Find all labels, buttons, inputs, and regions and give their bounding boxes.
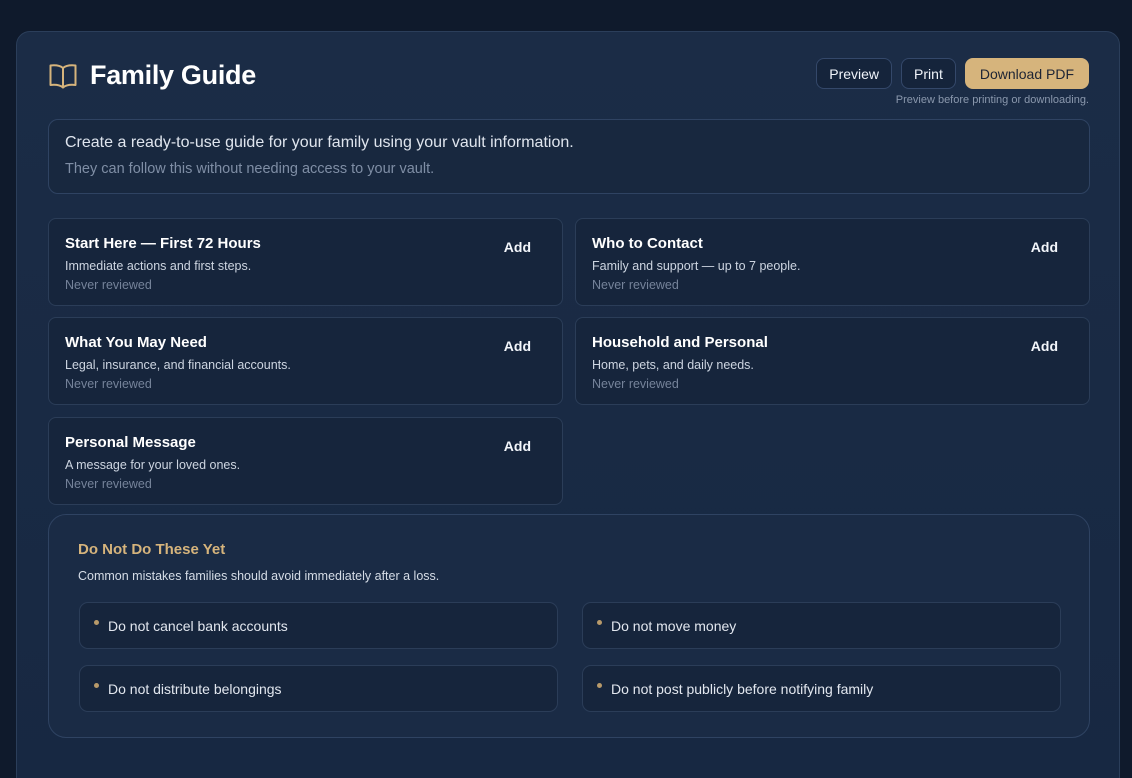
intro-sub-text: They can follow this without needing acc… xyxy=(65,161,435,177)
section-title: What You May Need xyxy=(65,334,207,351)
section-description: A message for your loved ones. xyxy=(65,458,241,472)
download-pdf-button[interactable]: Download PDF xyxy=(964,58,1089,89)
add-who-to-contact-button[interactable]: Add xyxy=(1031,239,1058,255)
intro-main-text: Create a ready-to-use guide for your fam… xyxy=(65,134,574,151)
warning-text: Do not distribute belongings xyxy=(108,680,282,697)
section-title: Personal Message xyxy=(65,434,196,451)
section-status: Never reviewed xyxy=(65,377,152,391)
warning-text: Do not post publicly before notifying fa… xyxy=(611,680,874,697)
section-status: Never reviewed xyxy=(592,377,679,391)
bullet-dot-icon xyxy=(94,620,99,625)
intro-box: Create a ready-to-use guide for your fam… xyxy=(48,119,1090,194)
section-description: Immediate actions and first steps. xyxy=(65,259,252,273)
section-status: Never reviewed xyxy=(592,278,679,292)
section-status: Never reviewed xyxy=(65,278,152,292)
add-start-here-button[interactable]: Add xyxy=(504,239,531,255)
section-card-what-you-may-need: What You May Need Legal, insurance, and … xyxy=(48,317,563,405)
warning-item: Do not distribute belongings xyxy=(79,665,558,712)
section-title: Start Here — First 72 Hours xyxy=(65,235,261,252)
book-open-icon xyxy=(48,62,78,90)
section-description: Family and support — up to 7 people. xyxy=(592,259,801,273)
warning-text: Do not move money xyxy=(611,617,737,634)
add-personal-message-button[interactable]: Add xyxy=(504,438,531,454)
print-button[interactable]: Print xyxy=(901,58,956,89)
warning-item: Do not cancel bank accounts xyxy=(79,602,558,649)
section-description: Home, pets, and daily needs. xyxy=(592,358,754,372)
bullet-dot-icon xyxy=(94,683,99,688)
warning-item: Do not move money xyxy=(582,602,1061,649)
warnings-title: Do Not Do These Yet xyxy=(78,541,226,558)
section-description: Legal, insurance, and financial accounts… xyxy=(65,358,291,372)
warning-text: Do not cancel bank accounts xyxy=(108,617,288,634)
bullet-dot-icon xyxy=(597,620,602,625)
actions-hint: Preview before printing or downloading. xyxy=(895,94,1089,106)
add-what-you-may-need-button[interactable]: Add xyxy=(504,338,531,354)
do-not-do-box: Do Not Do These Yet Common mistakes fami… xyxy=(48,514,1090,738)
section-card-household: Household and Personal Home, pets, and d… xyxy=(575,317,1090,405)
section-title: Household and Personal xyxy=(592,334,768,351)
section-status: Never reviewed xyxy=(65,477,152,491)
preview-button[interactable]: Preview xyxy=(816,58,893,89)
warnings-subtitle: Common mistakes families should avoid im… xyxy=(78,569,440,583)
section-title: Who to Contact xyxy=(592,235,703,252)
add-household-button[interactable]: Add xyxy=(1031,338,1058,354)
family-guide-panel: Family Guide Preview Print Download PDF … xyxy=(16,31,1120,778)
bullet-dot-icon xyxy=(597,683,602,688)
warning-item: Do not post publicly before notifying fa… xyxy=(582,665,1061,712)
section-card-who-to-contact: Who to Contact Family and support — up t… xyxy=(575,218,1090,306)
page-header: Family Guide xyxy=(48,60,256,91)
section-card-personal-message: Personal Message A message for your love… xyxy=(48,417,563,505)
header-actions: Preview Print Download PDF xyxy=(816,58,1089,89)
section-card-start-here: Start Here — First 72 Hours Immediate ac… xyxy=(48,218,563,306)
page-title: Family Guide xyxy=(90,60,256,90)
